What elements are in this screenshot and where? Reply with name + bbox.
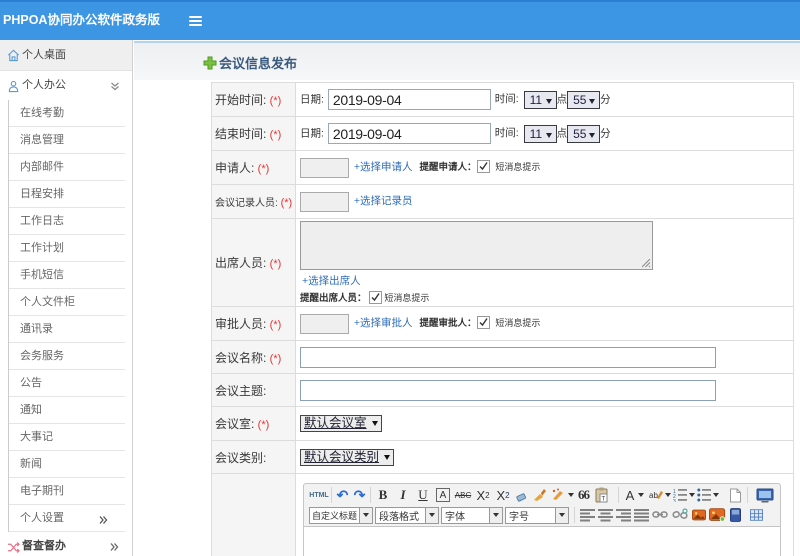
- svg-text:ab: ab: [649, 491, 658, 500]
- svg-text:3: 3: [673, 499, 676, 502]
- svg-text:T: T: [601, 497, 605, 503]
